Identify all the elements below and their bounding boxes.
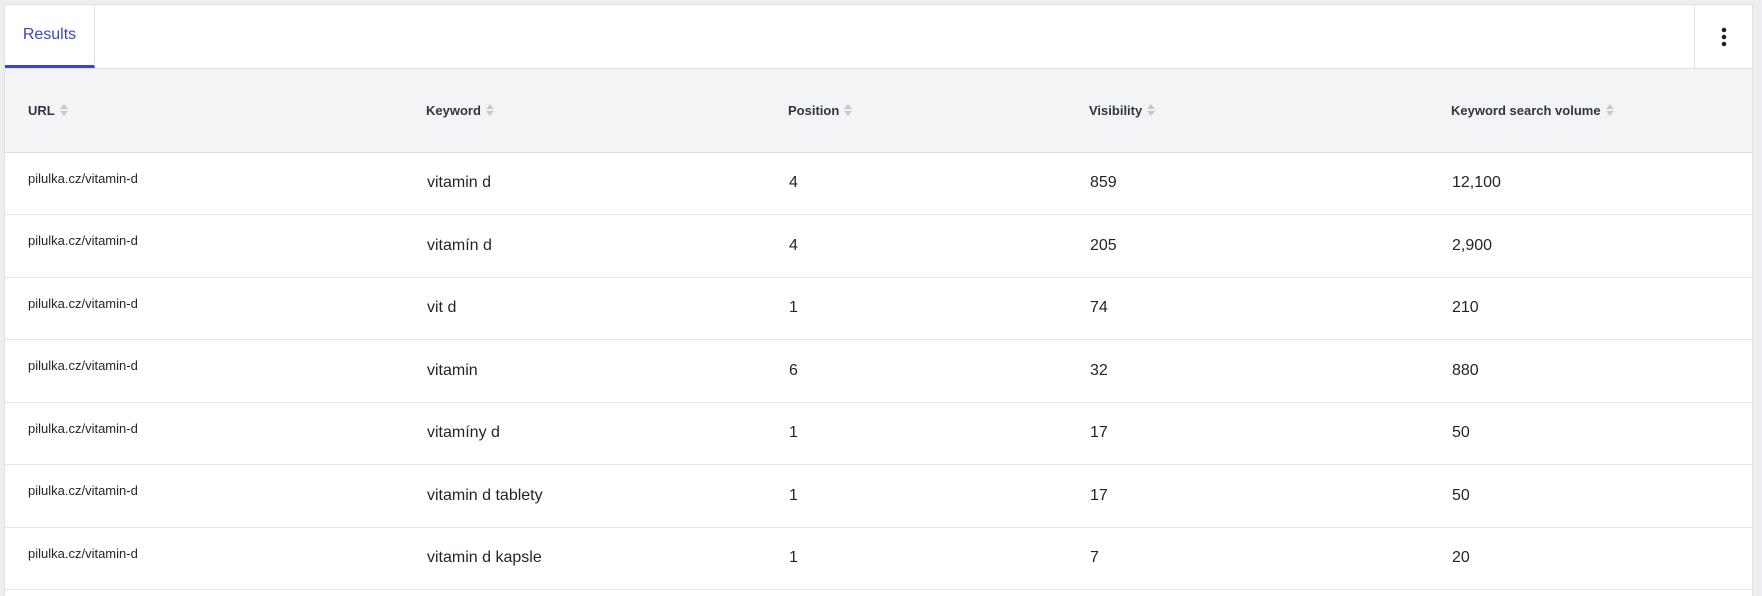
sort-icon — [1147, 104, 1156, 117]
cell-search-volume: 210 — [1452, 299, 1479, 317]
tab-results-label: Results — [22, 26, 77, 43]
table-row: pilulka.cz/vitamin-d vitamin d 4 859 12,… — [5, 152, 1752, 215]
column-header-keyword-search-volume[interactable]: Keyword search volume — [1451, 69, 1752, 153]
column-header-label: Keyword search volume — [1451, 102, 1601, 118]
column-header-visibility[interactable]: Visibility — [1089, 69, 1451, 153]
cell-search-volume: 2,900 — [1452, 236, 1493, 254]
cell-search-volume: 12,100 — [1452, 174, 1501, 192]
cell-keyword: vitamin d tablety — [427, 486, 543, 504]
sort-icon — [59, 104, 68, 117]
cell-visibility: 32 — [1090, 361, 1108, 379]
cell-url[interactable]: pilulka.cz/vitamin-d — [5, 152, 426, 215]
cell-position: 1 — [789, 486, 798, 504]
column-header-label: Keyword — [426, 102, 481, 118]
cell-keyword: vitamin — [427, 361, 478, 379]
cell-url[interactable]: pilulka.cz/vitamin-d — [5, 277, 426, 340]
table-row: pilulka.cz/vitamin-d vit d 1 74 210 — [5, 277, 1752, 340]
cell-keyword: vitamín d — [427, 236, 492, 254]
results-panel: Results URL Keyword Position Visibility … — [4, 4, 1753, 596]
cell-search-volume: 50 — [1452, 424, 1470, 442]
cell-visibility: 859 — [1090, 174, 1117, 192]
cell-position: 1 — [789, 549, 798, 567]
table-row: pilulka.cz/vitamin-d vitamín d 4 205 2,9… — [5, 215, 1752, 278]
sort-icon — [844, 104, 853, 117]
column-header-position[interactable]: Position — [788, 69, 1089, 153]
cell-url[interactable]: pilulka.cz/vitamin-d — [5, 340, 426, 403]
cell-visibility: 17 — [1090, 424, 1108, 442]
cell-url[interactable]: pilulka.cz/vitamin-d — [5, 527, 426, 590]
tab-bar: Results — [5, 5, 1752, 69]
cell-search-volume: 50 — [1452, 486, 1470, 504]
cell-search-volume: 880 — [1452, 361, 1479, 379]
cell-visibility: 17 — [1090, 486, 1108, 504]
cell-position: 4 — [789, 174, 798, 192]
tab-results[interactable]: Results — [5, 5, 95, 68]
cell-search-volume: 20 — [1452, 549, 1470, 567]
cell-url[interactable]: pilulka.cz/vitamin-d — [5, 215, 426, 278]
cell-position: 4 — [789, 236, 798, 254]
more-options-button[interactable] — [1694, 5, 1752, 68]
table-header-row: URL Keyword Position Visibility Keyword … — [5, 69, 1752, 153]
cell-keyword: vitamin d kapsle — [427, 549, 542, 567]
cell-url[interactable]: pilulka.cz/vitamin-d — [5, 402, 426, 465]
sort-icon — [485, 104, 494, 117]
sort-icon — [1605, 104, 1614, 117]
column-header-keyword[interactable]: Keyword — [426, 69, 788, 153]
cell-keyword: vitamíny d — [427, 424, 500, 442]
cell-position: 1 — [789, 424, 798, 442]
column-header-label: Position — [788, 102, 840, 118]
table-row: pilulka.cz/vitamin-d vitamin d tablety 1… — [5, 465, 1752, 528]
cell-position: 1 — [789, 299, 798, 317]
cell-visibility: 205 — [1090, 236, 1117, 254]
table-row: pilulka.cz/vitamin-d vitamíny d 1 17 50 — [5, 402, 1752, 465]
table-row: pilulka.cz/vitamin-d vitamin 6 32 880 — [5, 340, 1752, 403]
cell-visibility: 7 — [1090, 549, 1099, 567]
table-row: pilulka.cz/vitamin-d vitamin d kapsle 1 … — [5, 527, 1752, 590]
column-header-label: URL — [28, 102, 55, 118]
cell-keyword: vitamin d — [427, 174, 492, 192]
vertical-dots-icon — [1721, 27, 1727, 47]
column-header-url[interactable]: URL — [5, 69, 426, 153]
cell-visibility: 74 — [1090, 299, 1108, 317]
results-table: URL Keyword Position Visibility Keyword … — [5, 69, 1752, 590]
column-header-label: Visibility — [1089, 102, 1143, 118]
cell-keyword: vit d — [427, 299, 457, 317]
cell-position: 6 — [789, 361, 798, 379]
cell-url[interactable]: pilulka.cz/vitamin-d — [5, 465, 426, 528]
